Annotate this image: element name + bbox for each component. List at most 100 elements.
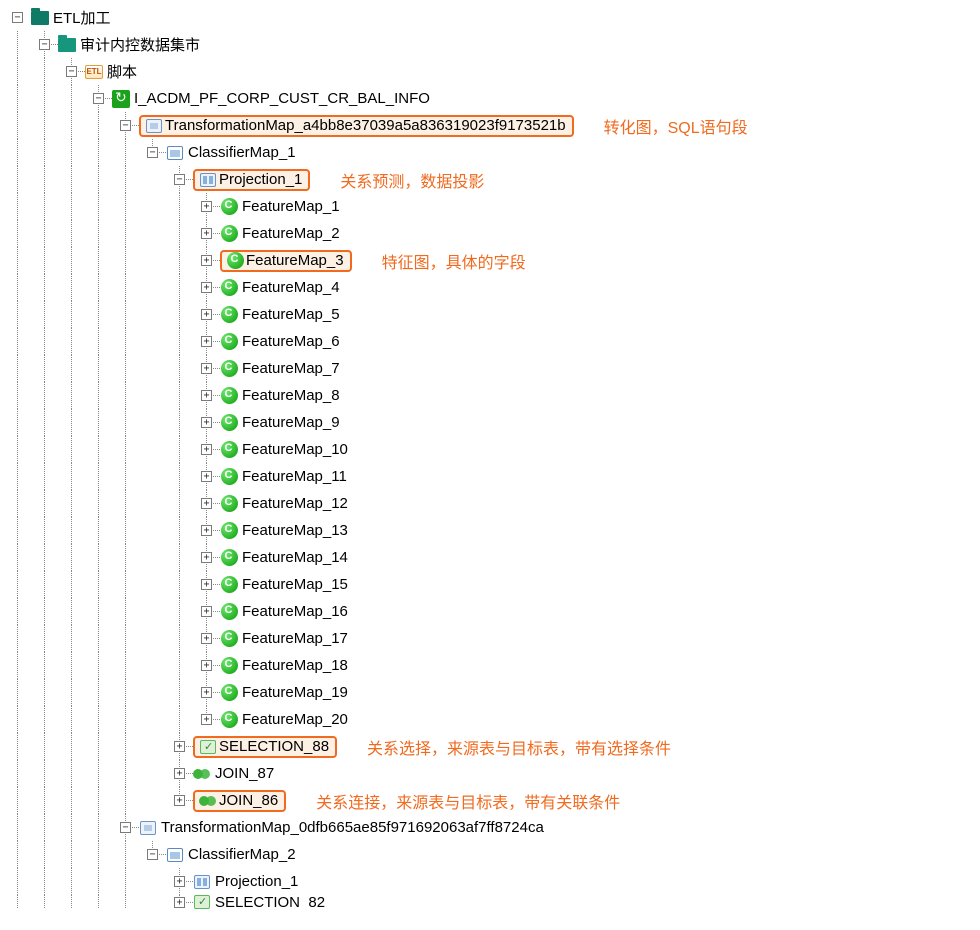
node-label: FeatureMap_4 [240,279,342,296]
node-label: Projection_1 [217,171,304,188]
expander-icon[interactable]: + [201,228,212,239]
annotation-text: 关系选择，来源表与目标表，带有选择条件 [367,735,671,759]
tree-node-feature-map[interactable]: +FeatureMap_14 [4,544,976,571]
tree-node-feature-map[interactable]: +FeatureMap_3特征图，具体的字段 [4,247,976,274]
expander-icon[interactable]: − [147,849,158,860]
expander-icon[interactable]: + [174,768,185,779]
folder-icon [31,9,49,27]
tree-node-feature-map[interactable]: +FeatureMap_15 [4,571,976,598]
node-label: FeatureMap_17 [240,630,350,647]
tree-node-script[interactable]: − ETL 脚本 [4,58,976,85]
tree-node-classifier-map-2[interactable]: − ClassifierMap_2 [4,841,976,868]
selection-icon [193,895,211,909]
feature-icon [220,441,238,459]
expander-icon[interactable]: + [201,525,212,536]
etl-icon: ETL [85,63,103,81]
expander-icon[interactable]: + [201,444,212,455]
tree-view: − ETL加工 − 审计内控数据集市 − ETL 脚本 − I_ACDM_PF_… [4,4,976,909]
expander-icon[interactable]: + [201,498,212,509]
tree-node-feature-map[interactable]: +FeatureMap_1 [4,193,976,220]
expander-icon[interactable]: − [120,822,131,833]
feature-icon [220,549,238,567]
annotation-text: 关系连接，来源表与目标表，带有关联条件 [316,789,620,813]
join-icon [193,765,211,783]
expander-icon[interactable]: + [201,552,212,563]
feature-icon [220,684,238,702]
node-label: JOIN_87 [213,765,276,782]
node-label: TransformationMap_0dfb665ae85f971692063a… [159,819,546,836]
expander-icon[interactable]: − [39,39,50,50]
tree-node-sub1[interactable]: − 审计内控数据集市 [4,31,976,58]
tree-node-task[interactable]: − I_ACDM_PF_CORP_CUST_CR_BAL_INFO [4,85,976,112]
expander-icon[interactable]: + [201,336,212,347]
highlight-box: SELECTION_88 [193,736,337,758]
tree-node-selection-82[interactable]: + SELECTION_82 [4,895,976,909]
expander-icon[interactable]: + [174,897,185,908]
expander-icon[interactable]: + [174,741,185,752]
join-icon [199,792,217,810]
expander-icon[interactable]: − [66,66,77,77]
tree-node-feature-map[interactable]: + FeatureMap_18 [4,652,976,679]
expander-icon[interactable]: + [201,201,212,212]
expander-icon[interactable]: + [201,390,212,401]
expander-icon[interactable]: + [201,417,212,428]
expander-icon[interactable]: + [201,282,212,293]
expander-icon[interactable]: − [93,93,104,104]
node-label: FeatureMap_18 [240,657,350,674]
tree-node-feature-map[interactable]: + FeatureMap_4 [4,274,976,301]
node-label: JOIN_86 [217,792,280,809]
tree-node-feature-map[interactable]: +FeatureMap_16 [4,598,976,625]
tree-node-feature-map[interactable]: +FeatureMap_20 [4,706,976,733]
expander-icon[interactable]: + [174,876,185,887]
projection-icon [199,171,217,189]
expander-icon[interactable]: + [201,309,212,320]
node-label: FeatureMap_7 [240,360,342,377]
feature-icon [220,576,238,594]
tree-node-transformation-map-2[interactable]: − TransformationMap_0dfb665ae85f97169206… [4,814,976,841]
feature-icon [220,468,238,486]
expander-icon[interactable]: + [201,471,212,482]
tree-node-root[interactable]: − ETL加工 [4,4,976,31]
expander-icon[interactable]: − [12,12,23,23]
tree-node-feature-map[interactable]: +FeatureMap_9 [4,409,976,436]
expander-icon[interactable]: + [201,660,212,671]
tree-node-feature-map[interactable]: +FeatureMap_8 [4,382,976,409]
tree-node-join-87[interactable]: + JOIN_87 [4,760,976,787]
expander-icon[interactable]: + [201,255,212,266]
tree-node-feature-map[interactable]: +FeatureMap_2 [4,220,976,247]
expander-icon[interactable]: + [201,714,212,725]
expander-icon[interactable]: + [201,633,212,644]
feature-icon [220,279,238,297]
node-label: ClassifierMap_1 [186,144,298,161]
expander-icon[interactable]: + [201,363,212,374]
tree-node-feature-map[interactable]: + FeatureMap_12 [4,490,976,517]
expander-icon[interactable]: − [174,174,185,185]
tree-node-selection-88[interactable]: + SELECTION_88 关系选择，来源表与目标表，带有选择条件 [4,733,976,760]
expander-icon[interactable]: + [201,687,212,698]
expander-icon[interactable]: + [174,795,185,806]
tree-node-join-86[interactable]: + JOIN_86 关系连接，来源表与目标表，带有关联条件 [4,787,976,814]
annotation-text: 关系预测，数据投影 [340,168,484,192]
feature-icon [220,522,238,540]
expander-icon[interactable]: + [201,579,212,590]
tree-node-feature-map[interactable]: +FeatureMap_10 [4,436,976,463]
tree-node-feature-map[interactable]: + FeatureMap_7 [4,355,976,382]
tree-node-classifier-map-1[interactable]: − ClassifierMap_1 [4,139,976,166]
feature-icon [220,657,238,675]
tree-node-feature-map[interactable]: +FeatureMap_19 [4,679,976,706]
tree-node-feature-map[interactable]: + FeatureMap_17 [4,625,976,652]
expander-icon[interactable]: − [120,120,131,131]
tree-node-projection-1b[interactable]: + Projection_1 [4,868,976,895]
feature-icon [220,414,238,432]
tree-node-feature-map[interactable]: +FeatureMap_6 [4,328,976,355]
node-label: I_ACDM_PF_CORP_CUST_CR_BAL_INFO [132,90,432,107]
node-label: FeatureMap_12 [240,495,350,512]
expander-icon[interactable]: + [201,606,212,617]
tree-node-feature-map[interactable]: +FeatureMap_5 [4,301,976,328]
tree-node-feature-map[interactable]: +FeatureMap_11 [4,463,976,490]
tree-node-transformation-map-1[interactable]: − TransformationMap_a4bb8e37039a5a836319… [4,112,976,139]
tree-node-feature-map[interactable]: + FeatureMap_13 [4,517,976,544]
expander-icon[interactable]: − [147,147,158,158]
tree-node-projection-1[interactable]: − Projection_1 关系预测，数据投影 [4,166,976,193]
node-label: FeatureMap_13 [240,522,350,539]
